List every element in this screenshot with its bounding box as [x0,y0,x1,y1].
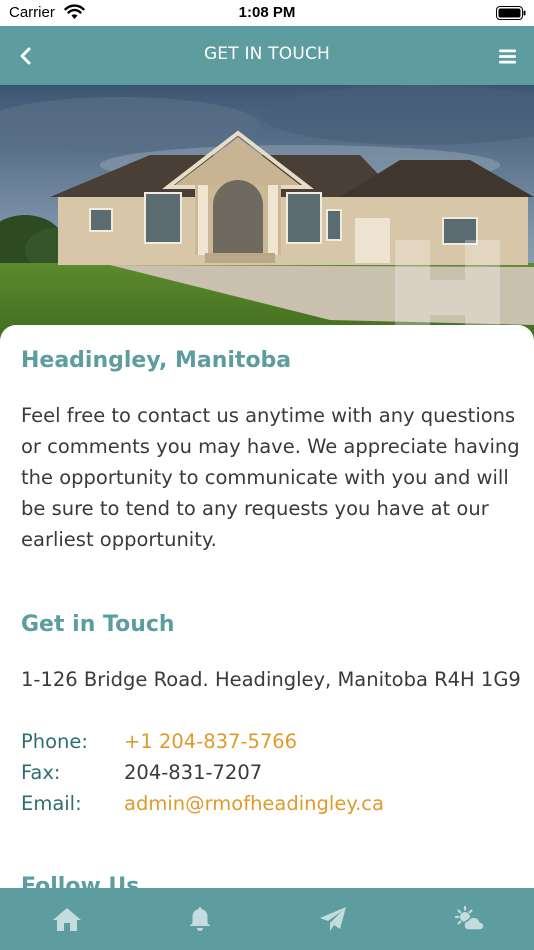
house-photo [0,85,534,345]
phone-label: Phone: [21,730,88,753]
page-title: GET IN TOUCH [203,44,331,64]
menu-button[interactable] [492,41,522,71]
tab-bar [0,888,534,950]
email-link[interactable]: admin@rmofheadingley.ca [124,792,384,815]
email-label: Email: [21,792,82,815]
tab-home[interactable] [50,902,84,936]
tab-weather[interactable] [452,902,486,936]
bell-icon [189,907,211,931]
fax-value: 204-831-7207 [124,761,263,784]
hero-house-image [0,85,534,345]
paper-plane-icon [320,907,346,931]
nav-bar: GET IN TOUCH [0,26,534,85]
location-heading: Headingley, Manitoba [21,348,292,373]
contact-heading: Get in Touch [21,612,175,637]
tab-notifications[interactable] [183,902,217,936]
weather-icon [454,906,485,931]
status-bar: Carrier 1:08 PM [0,0,534,26]
intro-paragraph: Feel free to contact us anytime with any… [21,404,520,551]
fax-label: Fax: [21,761,61,784]
address-text: 1-126 Bridge Road. Headingley, Manitoba … [21,668,521,691]
status-time: 1:08 PM [238,4,296,21]
hamburger-menu-icon [498,49,516,63]
battery-icon [496,6,526,20]
phone-link[interactable]: +1 204-837-5766 [124,730,297,753]
home-icon [53,908,81,931]
tab-send[interactable] [316,902,350,936]
